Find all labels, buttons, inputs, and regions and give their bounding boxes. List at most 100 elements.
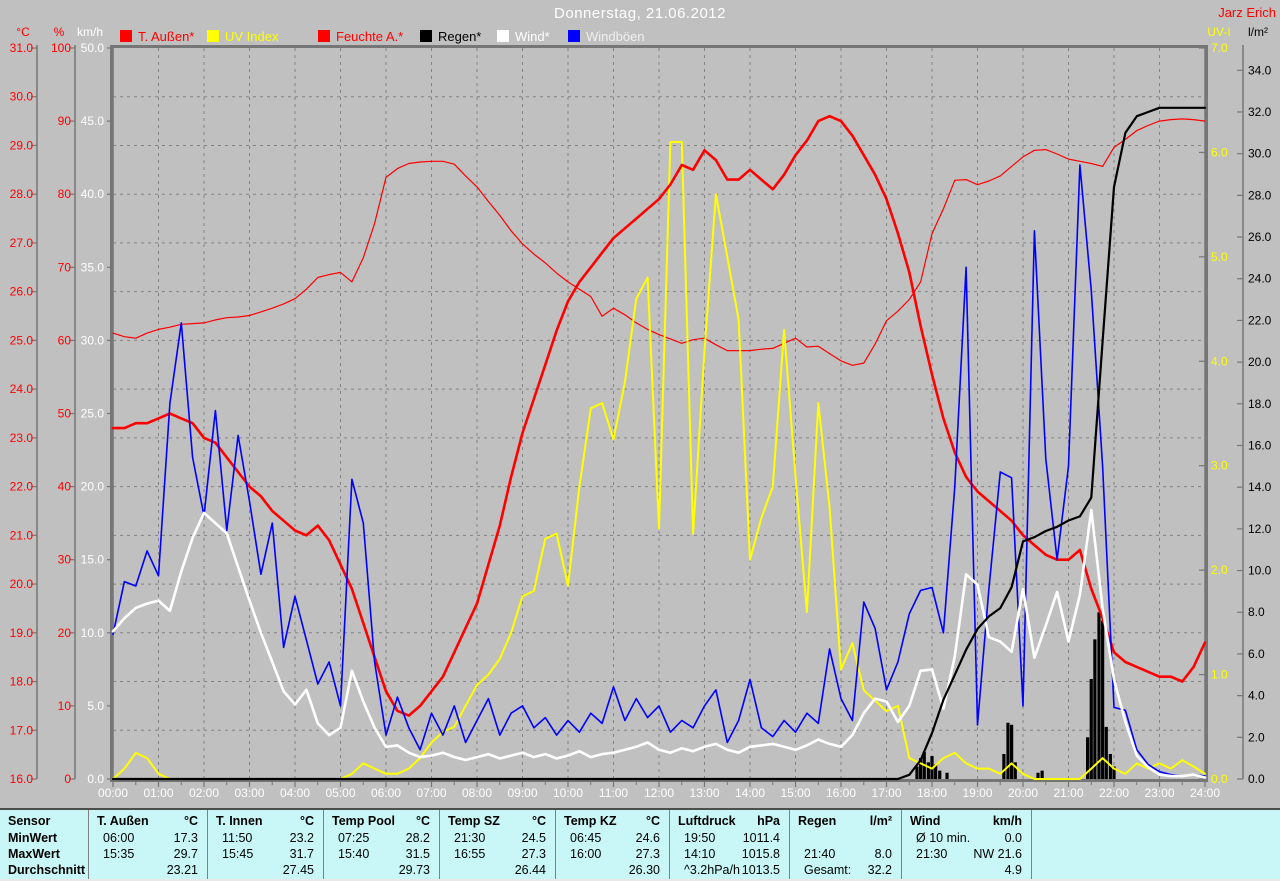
svg-text:24.0: 24.0 (1248, 272, 1272, 286)
table-cell (790, 830, 892, 846)
svg-text:17:00: 17:00 (871, 786, 901, 800)
svg-text:25.0: 25.0 (10, 333, 34, 347)
table-cell: 32.2 (867, 863, 892, 877)
table-cell: 23.2 (289, 831, 314, 845)
svg-text:0.0: 0.0 (87, 772, 104, 786)
table-cell: 23.21 (166, 863, 198, 877)
table-cell: 1015.8 (741, 847, 780, 861)
table-col-temp-sz: Temp SZ °C 21:30 24.5 16:55 27.3 26.44 (439, 810, 556, 881)
legend-swatch-icon (120, 30, 132, 42)
table-cell: km/h (992, 814, 1022, 828)
svg-text:18.0: 18.0 (10, 675, 34, 689)
svg-text:22:00: 22:00 (1099, 786, 1129, 800)
table-cell: 8.0 (874, 847, 892, 861)
table-cell: l/m² (869, 814, 892, 828)
table-cell: 27.45 (282, 863, 314, 877)
svg-text:32.0: 32.0 (1248, 105, 1272, 119)
legend-label: Feuchte A.* (336, 28, 404, 44)
legend-label: Regen* (438, 28, 482, 44)
svg-text:05:00: 05:00 (325, 786, 355, 800)
svg-text:04:00: 04:00 (280, 786, 310, 800)
svg-text:16.0: 16.0 (10, 772, 34, 786)
legend-item-5: Wind* (497, 29, 550, 44)
axis-hum: %1009080706050403020100 (51, 25, 76, 786)
svg-text:16:00: 16:00 (826, 786, 856, 800)
table-cell: 26.30 (628, 863, 660, 877)
svg-text:2.0: 2.0 (1211, 563, 1228, 577)
svg-text:15.0: 15.0 (81, 553, 105, 567)
chart-title: Donnerstag, 21.06.2012 (554, 5, 726, 22)
svg-text:50: 50 (58, 407, 72, 421)
svg-text:15:00: 15:00 (780, 786, 810, 800)
table-col-t-au-en: T. Außen °C 06:00 17.3 15:35 29.7 23.21 (88, 810, 208, 881)
legend-item-2: UV Index (207, 29, 278, 44)
table-col-luftdruck: Luftdruck hPa 19:50 1011.4 14:10 1015.8 ^3.2hP… (669, 810, 790, 881)
table-col-temp-kz: Temp KZ °C 06:45 24.6 16:00 27.3 26.30 (555, 810, 670, 881)
svg-text:00:00: 00:00 (98, 786, 128, 800)
svg-text:20.0: 20.0 (1248, 355, 1272, 369)
table-cell: 1011.4 (742, 831, 780, 845)
table-cell: MaxWert (8, 847, 60, 861)
table-cell: 29.7 (173, 847, 198, 861)
series-t-au-en (111, 114, 1207, 717)
x-axis-labels: 00:00 01:00 02:00 03:00 04:00 05:00 06:00 07:00… (98, 781, 1220, 800)
svg-text:90: 90 (58, 114, 72, 128)
table-cell: hPa (757, 814, 780, 828)
svg-text:20:00: 20:00 (1008, 786, 1038, 800)
svg-text:16.0: 16.0 (1248, 438, 1272, 452)
svg-text:80: 80 (58, 187, 72, 201)
weather-chart: °C31.030.029.028.027.026.025.024.023.022… (10, 25, 1272, 800)
svg-text:10.0: 10.0 (81, 626, 105, 640)
svg-text:3.0: 3.0 (1211, 459, 1228, 473)
svg-text:60: 60 (58, 333, 72, 347)
svg-text:12:00: 12:00 (644, 786, 674, 800)
svg-text:18.0: 18.0 (1248, 397, 1272, 411)
svg-text:10.0: 10.0 (1248, 564, 1272, 578)
weather-app-window: °C 31.0 30.0 29.0 28.0 27.0 26.0 25.0 24.0 23.0 22… (0, 0, 1280, 881)
author-signature: Jarz Erich (1218, 5, 1276, 20)
svg-text:26.0: 26.0 (10, 285, 34, 299)
table-cell: 4.9 (1004, 863, 1022, 877)
sensor-stats-table: Sensor MinWert MaxWert Durchschnitt T. Außen… (0, 808, 1280, 881)
svg-text:19:00: 19:00 (962, 786, 992, 800)
table-cell: 29.73 (398, 863, 430, 877)
axis-uv: UV-I7.06.05.04.03.02.01.00.0 (1199, 25, 1231, 786)
table-cell: 27.3 (635, 847, 660, 861)
svg-text:8.0: 8.0 (1248, 605, 1265, 619)
table-row-labels: Sensor MinWert MaxWert Durchschnitt (0, 810, 88, 881)
svg-text:40: 40 (58, 480, 72, 494)
svg-text:07:00: 07:00 (416, 786, 446, 800)
table-col-regen: Regen l/m² 21:40 8.0 Gesamt: 32.2 (789, 810, 902, 881)
svg-text:4.0: 4.0 (1248, 689, 1265, 703)
table-col-temp-pool: Temp Pool °C 07:25 28.2 15:40 31.5 29.73 (323, 810, 440, 881)
svg-text:5.0: 5.0 (87, 699, 104, 713)
table-cell: °C (299, 814, 314, 828)
legend-label: T. Außen* (138, 28, 195, 44)
svg-text:28.0: 28.0 (1248, 188, 1272, 202)
svg-text:21:00: 21:00 (1053, 786, 1083, 800)
svg-text:35.0: 35.0 (81, 260, 105, 274)
svg-text:4.0: 4.0 (1211, 354, 1228, 368)
table-cell: °C (183, 814, 198, 828)
svg-text:01:00: 01:00 (143, 786, 173, 800)
legend-item-3: Feuchte A.* (318, 28, 404, 44)
svg-text:30.0: 30.0 (1248, 147, 1272, 161)
table-cell: 1013.5 (741, 863, 780, 877)
table-cell: 28.2 (405, 831, 430, 845)
table-cell: 26.44 (514, 863, 546, 877)
legend-item-4: Regen* (420, 28, 482, 44)
svg-text:6.0: 6.0 (1211, 145, 1228, 159)
svg-text:23.0: 23.0 (10, 431, 34, 445)
table-cell: 24.5 (521, 831, 546, 845)
table-end-divider (1031, 810, 1033, 881)
svg-text:25.0: 25.0 (81, 407, 105, 421)
svg-text:21.0: 21.0 (10, 528, 34, 542)
axis-wind: km/h50.045.040.035.030.025.020.015.010.0… (77, 25, 114, 786)
table-col-wind: Wind km/h Ø 10 min. 0.0 21:30 NW 21.6 4.9 (901, 810, 1032, 881)
svg-text:1.0: 1.0 (1211, 668, 1228, 682)
table-cell: Durchschnitt (8, 863, 86, 877)
svg-text:20: 20 (58, 626, 72, 640)
table-cell: 27.3 (521, 847, 546, 861)
svg-text:5.0: 5.0 (1211, 250, 1228, 264)
svg-text:23:00: 23:00 (1144, 786, 1174, 800)
